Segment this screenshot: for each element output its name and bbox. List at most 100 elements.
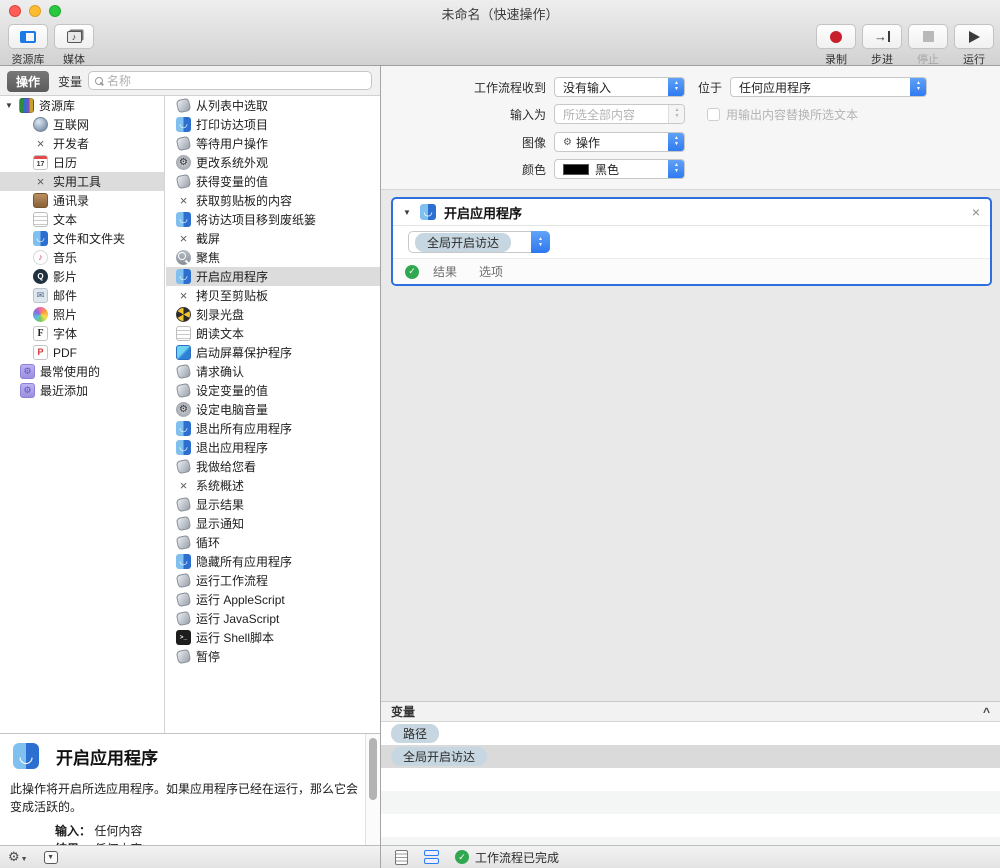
action-item-更改系统外观[interactable]: ⚙更改系统外观	[166, 153, 380, 172]
log-view-icon[interactable]	[395, 850, 408, 865]
sidebar-item-照片[interactable]: 照片	[0, 305, 164, 324]
sidebar-item-日历[interactable]: 17日历	[0, 153, 164, 172]
variable-token[interactable]: 全局开启访达	[391, 747, 487, 766]
action-item-运行 JavaScript[interactable]: 运行 JavaScript	[166, 609, 380, 628]
variable-row-empty[interactable]	[381, 814, 1000, 837]
action-item-显示通知[interactable]: 显示通知	[166, 514, 380, 533]
sidebar-item-开发者[interactable]: ×开发者	[0, 134, 164, 153]
action-item-循环[interactable]: 循环	[166, 533, 380, 552]
description-input-row: 输入： 任何内容	[55, 822, 142, 839]
sidebar-item-文件和文件夹[interactable]: ◡文件和文件夹	[0, 229, 164, 248]
action-item-截屏[interactable]: ×截屏	[166, 229, 380, 248]
description-text: 此操作将开启所选应用程序。如果应用程序已经在运行，那么它会变成活跃的。	[10, 780, 362, 816]
sidebar-item-最近添加[interactable]: ⚙最近添加	[0, 381, 164, 400]
terminal-icon: >_	[176, 630, 191, 645]
sidebar-item-最常使用的[interactable]: ⚙最常使用的	[0, 362, 164, 381]
chevron-up-icon[interactable]: ^	[983, 705, 990, 719]
action-item-打印访达项目[interactable]: ◡打印访达项目	[166, 115, 380, 134]
action-item-从列表中选取[interactable]: 从列表中选取	[166, 96, 380, 115]
action-item-获得变量的值[interactable]: 获得变量的值	[166, 172, 380, 191]
description-scrollbar[interactable]	[365, 734, 380, 846]
action-item-将访达项目移到废纸篓[interactable]: ◡将访达项目移到废纸篓	[166, 210, 380, 229]
sidebar-item-字体[interactable]: F字体	[0, 324, 164, 343]
results-link[interactable]: 结果	[433, 263, 457, 280]
run-button[interactable]: 运行	[952, 24, 996, 67]
in-app-popup[interactable]: 任何应用程序 ▲▼	[730, 77, 927, 97]
variable-row-empty[interactable]	[381, 768, 1000, 791]
tab-actions[interactable]: 操作	[7, 71, 49, 92]
action-item-设定电脑音量[interactable]: ⚙设定电脑音量	[166, 400, 380, 419]
sidebar-item-音乐[interactable]: ♪音乐	[0, 248, 164, 267]
sidebar-item-PDF[interactable]: PPDF	[0, 343, 164, 362]
robot-icon	[176, 611, 191, 626]
sidebar-item-影片[interactable]: Q影片	[0, 267, 164, 286]
scrollbar-thumb[interactable]	[369, 738, 377, 800]
record-button[interactable]: 录制	[814, 24, 858, 67]
step-icon: →	[874, 30, 890, 43]
color-popup[interactable]: 黑色 ▲▼	[554, 159, 685, 179]
variable-row-empty[interactable]	[381, 791, 1000, 814]
receives-popup[interactable]: 没有输入 ▲▼	[554, 77, 685, 97]
variable-token[interactable]: 路径	[391, 724, 439, 743]
variables-header[interactable]: 变量 ^	[381, 701, 1000, 722]
variable-row-empty[interactable]	[381, 837, 1000, 845]
action-item-拷贝至剪贴板[interactable]: ×拷贝至剪贴板	[166, 286, 380, 305]
sidebar-item-文本[interactable]: 文本	[0, 210, 164, 229]
action-item-聚焦[interactable]: 聚焦	[166, 248, 380, 267]
action-item-设定变量的值[interactable]: 设定变量的值	[166, 381, 380, 400]
workflow-view-icon[interactable]	[424, 850, 439, 864]
action-item-我做给您看[interactable]: 我做给您看	[166, 457, 380, 476]
action-item-等待用户操作[interactable]: 等待用户操作	[166, 134, 380, 153]
color-value: 黑色	[595, 161, 619, 178]
variable-row-全局开启访达[interactable]: 全局开启访达	[381, 745, 1000, 768]
action-card-header[interactable]: ▼ ◡ 开启应用程序 ×	[393, 199, 990, 226]
action-item-朗读文本[interactable]: 朗读文本	[166, 324, 380, 343]
close-icon[interactable]: ×	[972, 205, 980, 219]
sidebar-item-邮件[interactable]: ✉邮件	[0, 286, 164, 305]
action-item-暂停[interactable]: 暂停	[166, 647, 380, 666]
action-item-运行 AppleScript[interactable]: 运行 AppleScript	[166, 590, 380, 609]
action-item-退出所有应用程序[interactable]: ◡退出所有应用程序	[166, 419, 380, 438]
finder-icon: ◡	[176, 269, 191, 284]
finder-icon: ◡	[420, 204, 436, 220]
action-item-系统概述[interactable]: ×系统概述	[166, 476, 380, 495]
action-card-launch-application[interactable]: ▼ ◡ 开启应用程序 × 全局开启访达 ▲▼ ✓ 结果 选项	[391, 197, 992, 286]
action-item-开启应用程序[interactable]: ◡开启应用程序	[166, 267, 380, 286]
disclosure-triangle-icon[interactable]: ▼	[403, 208, 412, 217]
library-toolbar-button[interactable]: 资源库	[6, 24, 50, 67]
burn-icon	[176, 307, 191, 322]
action-item-运行工作流程[interactable]: 运行工作流程	[166, 571, 380, 590]
step-button[interactable]: → 步进	[860, 24, 904, 67]
description-input-label: 输入：	[55, 824, 91, 838]
action-item-显示结果[interactable]: 显示结果	[166, 495, 380, 514]
action-item-隐藏所有应用程序[interactable]: ◡隐藏所有应用程序	[166, 552, 380, 571]
action-item-退出应用程序[interactable]: ◡退出应用程序	[166, 438, 380, 457]
search-input[interactable]: 名称	[88, 71, 372, 90]
tab-variables[interactable]: 变量	[49, 71, 91, 92]
description-panel-toggle[interactable]: ▼	[44, 851, 58, 864]
action-item-运行 Shell脚本[interactable]: >_ 运行 Shell脚本	[166, 628, 380, 647]
contacts-icon	[33, 193, 48, 208]
variable-row-路径[interactable]: 路径	[381, 722, 1000, 745]
application-popup[interactable]: 全局开启访达 ▲▼	[408, 231, 550, 253]
gear-menu-button[interactable]: ⚙ ▼	[8, 849, 28, 865]
sidebar-item-互联网[interactable]: 互联网	[0, 115, 164, 134]
action-item-请求确认[interactable]: 请求确认	[166, 362, 380, 381]
media-toolbar-button[interactable]: ♪ 媒体	[52, 24, 96, 67]
options-link[interactable]: 选项	[479, 263, 503, 280]
robot-icon	[176, 535, 191, 550]
action-item-启动屏幕保护程序[interactable]: 启动屏幕保护程序	[166, 343, 380, 362]
action-item-获取剪贴板的内容[interactable]: ×获取剪贴板的内容	[166, 191, 380, 210]
action-item-刻录光盘[interactable]: 刻录光盘	[166, 305, 380, 324]
image-popup[interactable]: ⚙ 操作 ▲▼	[554, 132, 685, 152]
sidebar-item-label: 通讯录	[53, 192, 89, 209]
finder-icon: ◡	[13, 743, 39, 769]
window-chrome: 未命名（快速操作） 资源库 ♪ 媒体 录制 → 步进 停止 运行	[0, 0, 1000, 66]
sidebar-item-实用工具[interactable]: ×实用工具	[0, 172, 164, 191]
sidebar-item-通讯录[interactable]: 通讯录	[0, 191, 164, 210]
sidebar-item-label: 照片	[53, 306, 77, 323]
sidebar-item-资源库[interactable]: ▼资源库	[0, 96, 164, 115]
disclosure-triangle-icon[interactable]: ▼	[5, 101, 14, 110]
xtools-icon: ×	[176, 193, 191, 208]
action-item-label: 运行 Shell脚本	[196, 629, 274, 646]
